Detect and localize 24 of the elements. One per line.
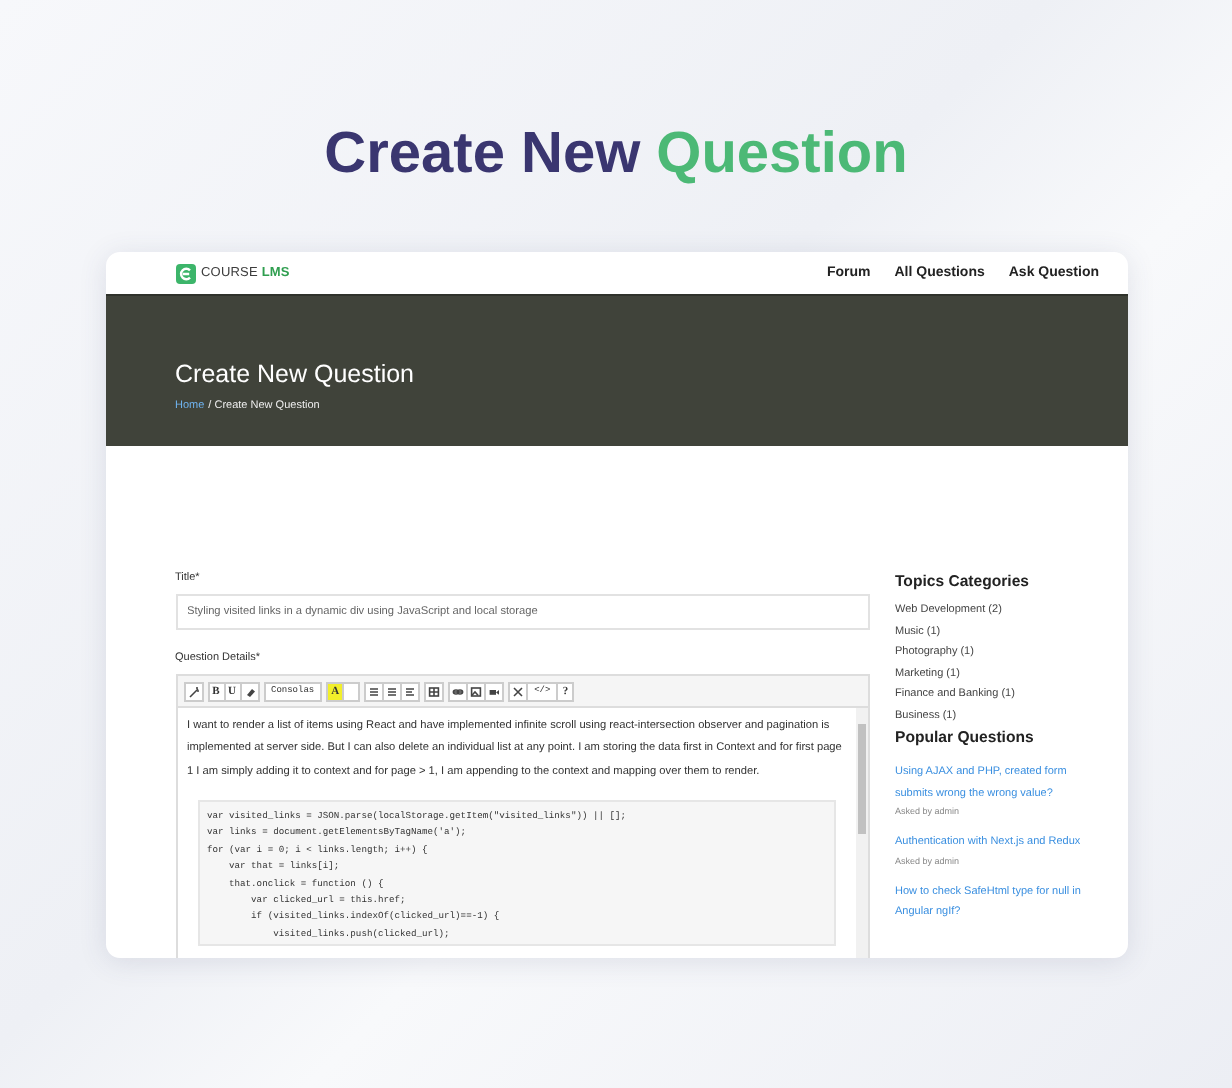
numbered-list-icon bbox=[386, 685, 399, 697]
image-button[interactable] bbox=[466, 681, 487, 701]
bulleted-list-icon bbox=[368, 685, 381, 697]
table-button[interactable] bbox=[424, 681, 445, 701]
video-button[interactable] bbox=[484, 681, 505, 701]
image-icon bbox=[470, 685, 483, 697]
eraser-button[interactable] bbox=[239, 681, 259, 701]
link-icon bbox=[452, 685, 465, 697]
numbered-list-button[interactable] bbox=[382, 681, 403, 701]
rich-text-editor[interactable] bbox=[175, 674, 869, 958]
link-button[interactable] bbox=[448, 681, 469, 701]
magic-wand-button[interactable] bbox=[183, 681, 203, 701]
align-icon bbox=[404, 685, 417, 697]
magic-wand-icon bbox=[187, 685, 199, 697]
heading-accent-text: Question bbox=[656, 122, 908, 188]
logo-icon bbox=[175, 263, 195, 283]
bulleted-list-button[interactable] bbox=[364, 681, 385, 701]
color-dropdown-button[interactable] bbox=[342, 681, 361, 701]
banner-title: Create New Question bbox=[175, 360, 417, 388]
align-button[interactable] bbox=[400, 681, 421, 701]
heading-text: Create New bbox=[324, 122, 641, 188]
table-icon bbox=[428, 685, 441, 697]
eraser-icon bbox=[243, 685, 255, 697]
video-icon bbox=[488, 685, 501, 697]
